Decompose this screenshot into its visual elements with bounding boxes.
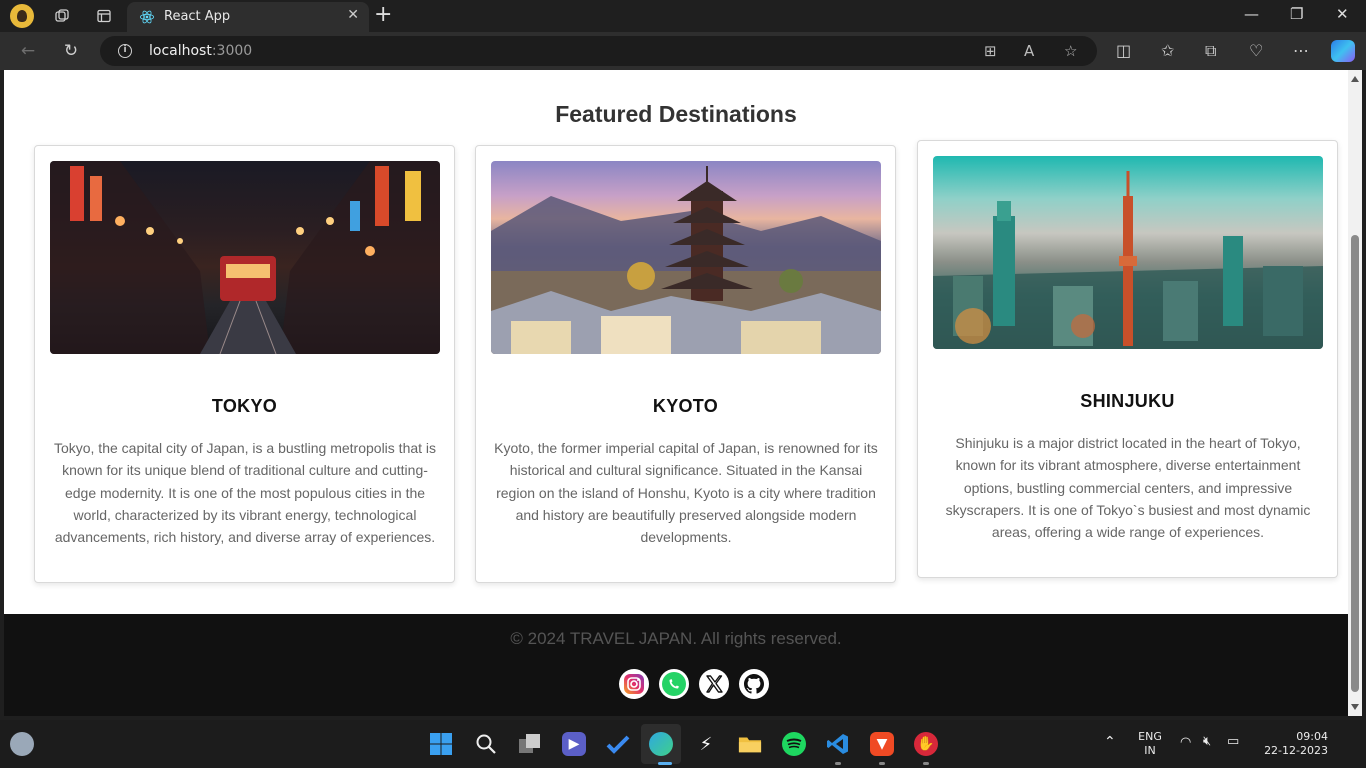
page-viewport: Featured Destinations TOKYO Tokyo, the c… — [4, 70, 1348, 716]
tab-react-app[interactable]: React App ✕ — [127, 2, 369, 32]
scroll-thumb[interactable] — [1351, 235, 1359, 692]
battery-icon[interactable]: ▭ — [1227, 734, 1239, 749]
github-icon[interactable] — [739, 669, 769, 699]
tokyo-image — [50, 161, 440, 354]
scroll-down-arrow-icon[interactable] — [1351, 704, 1359, 710]
show-hidden-icons-chevron-icon[interactable]: ⌃ — [1104, 734, 1116, 750]
destination-card-tokyo[interactable]: TOKYO Tokyo, the capital city of Japan, … — [34, 145, 455, 583]
url-text[interactable]: localhost:3000 — [149, 43, 252, 59]
brave-running-indicator — [879, 762, 885, 765]
scroll-up-arrow-icon[interactable] — [1351, 76, 1359, 82]
kyoto-image — [491, 161, 881, 354]
search-icon[interactable] — [474, 732, 498, 756]
page-title: Featured Destinations — [555, 101, 797, 127]
app-available-icon[interactable]: ⊞ — [984, 42, 997, 60]
tab-actions-icon[interactable] — [94, 6, 114, 26]
workspaces-icon[interactable] — [52, 6, 72, 26]
settings-menu-icon[interactable]: ⋯ — [1293, 41, 1309, 60]
site-footer: © 2024 TRAVEL JAPAN. All rights reserved… — [4, 614, 1348, 716]
whatsapp-icon[interactable] — [659, 669, 689, 699]
collections-icon[interactable]: ⧉ — [1205, 41, 1216, 61]
windows-start-icon[interactable] — [429, 732, 453, 756]
page-scrollbar[interactable] — [1348, 70, 1362, 716]
close-tab-icon[interactable]: ✕ — [347, 7, 359, 23]
zed-app-icon[interactable]: ⚡ — [694, 732, 718, 756]
minimize-button[interactable]: — — [1244, 5, 1259, 23]
app-red-icon[interactable]: ✋ — [914, 732, 938, 756]
todo-icon[interactable] — [606, 732, 630, 756]
read-aloud-icon[interactable]: A — [1024, 42, 1034, 60]
file-explorer-icon[interactable] — [738, 732, 762, 756]
new-tab-button[interactable]: + — [374, 4, 392, 26]
shinjuku-image — [933, 156, 1323, 349]
favorite-star-icon[interactable]: ☆ — [1064, 42, 1077, 60]
spotify-icon[interactable] — [782, 732, 806, 756]
address-toolbar: ← ↻ i localhost:3000 ⊞ A ☆ ◫ ✩ ⧉ ♡ ⋯ — [0, 32, 1366, 70]
x-icon[interactable] — [699, 669, 729, 699]
vscode-running-indicator — [835, 762, 841, 765]
tab-title: React App — [164, 9, 231, 24]
time-text: 09:04 — [1296, 730, 1328, 743]
browser-tab-bar: React App ✕ + — ❐ ✕ — [0, 0, 1366, 32]
meet-chat-icon[interactable]: ▶ — [562, 732, 586, 756]
refresh-button[interactable]: ↻ — [61, 41, 81, 61]
vscode-icon[interactable] — [826, 732, 850, 756]
wifi-icon[interactable]: ◠ — [1180, 735, 1191, 750]
react-logo-icon — [139, 10, 155, 24]
card-description: Tokyo, the capital city of Japan, is a b… — [53, 440, 437, 546]
destination-card-shinjuku[interactable]: SHINJUKU Shinjuku is a major district lo… — [917, 140, 1338, 578]
task-view-icon[interactable] — [518, 732, 542, 756]
card-description: Shinjuku is a major district located in … — [945, 435, 1311, 541]
red-app-running-indicator — [923, 762, 929, 765]
copyright-text: © 2024 TRAVEL JAPAN. All rights reserved… — [510, 629, 842, 648]
edge-active-indicator — [658, 762, 672, 765]
edge-browser-icon[interactable] — [649, 732, 673, 756]
date-text: 22-12-2023 — [1264, 744, 1328, 757]
site-info-icon[interactable]: i — [118, 44, 132, 58]
card-description: Kyoto, the former imperial capital of Ja… — [494, 440, 878, 546]
instagram-icon[interactable] — [619, 669, 649, 699]
card-title: SHINJUKU — [1080, 391, 1175, 411]
copilot-icon[interactable] — [1331, 40, 1355, 62]
address-bar[interactable]: i localhost:3000 ⊞ A ☆ — [100, 36, 1097, 66]
split-screen-icon[interactable]: ◫ — [1116, 41, 1131, 60]
speaker-muted-icon[interactable]: 🔇︎ — [1203, 734, 1211, 749]
card-title: TOKYO — [211, 396, 278, 416]
weather-icon[interactable] — [10, 732, 34, 756]
restore-button[interactable]: ❐ — [1290, 5, 1303, 23]
language-indicator[interactable]: ENG IN — [1136, 730, 1164, 758]
back-button[interactable]: ← — [18, 41, 38, 61]
brave-browser-icon[interactable]: ▼ — [870, 732, 894, 756]
windows-taskbar: ▶ ⚡ ▼ ✋ ⌃ ENG IN ◠ 🔇︎ ▭ 09:04 22-12-2023 — [0, 720, 1366, 768]
card-title: KYOTO — [652, 396, 719, 416]
destination-card-kyoto[interactable]: KYOTO Kyoto, the former imperial capital… — [475, 145, 896, 583]
browser-essentials-icon[interactable]: ♡ — [1249, 41, 1263, 60]
favorites-icon[interactable]: ✩ — [1161, 41, 1174, 60]
clock[interactable]: 09:04 22-12-2023 — [1256, 730, 1328, 758]
close-window-button[interactable]: ✕ — [1336, 5, 1349, 23]
profile-avatar[interactable] — [10, 4, 34, 28]
